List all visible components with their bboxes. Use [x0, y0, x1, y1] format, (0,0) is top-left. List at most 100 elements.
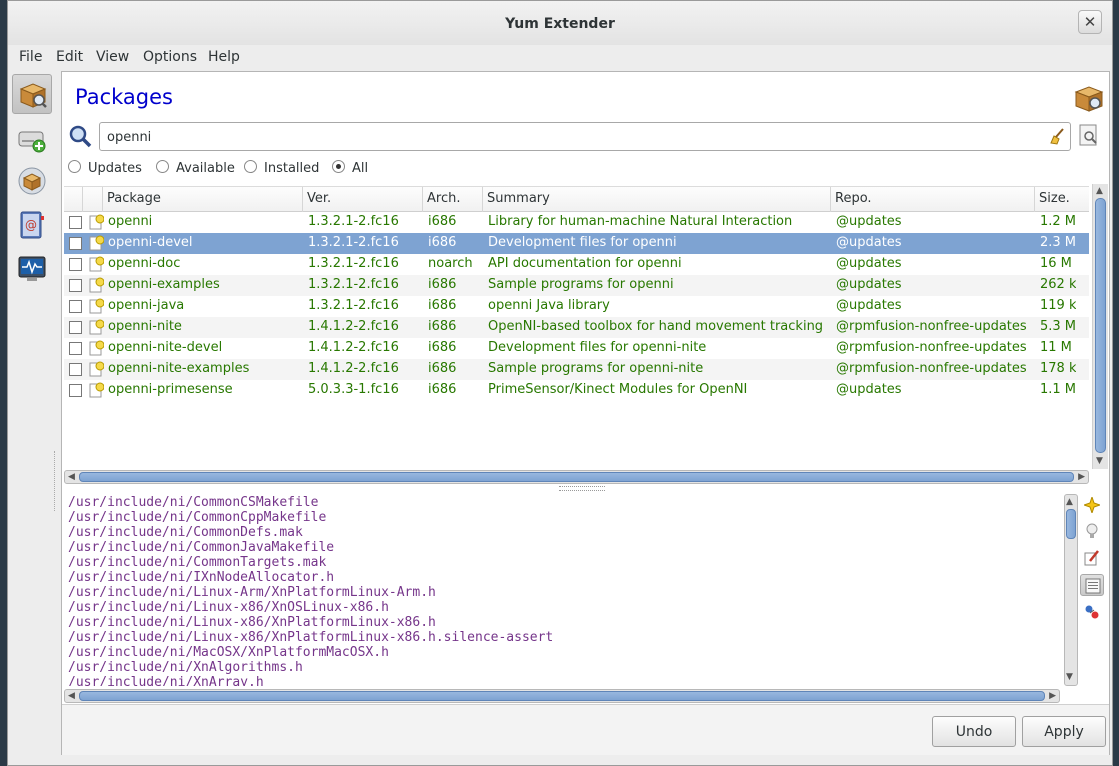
- package-repo: @updates: [836, 214, 902, 229]
- groups-view-button[interactable]: [12, 161, 52, 201]
- table-vertical-scrollbar[interactable]: ▲ ▼: [1092, 184, 1108, 469]
- menu-help[interactable]: Help: [208, 49, 240, 65]
- history-book-icon: @: [20, 211, 44, 239]
- table-row[interactable]: openni-nite-examples 1.4.1.2-2.fc16 i686 Sa…: [64, 359, 1089, 380]
- column-select[interactable]: [64, 187, 82, 212]
- column-repo[interactable]: Repo.: [830, 187, 1034, 212]
- package-version: 1.3.2.1-2.fc16: [308, 256, 399, 271]
- table-row[interactable]: openni-devel 1.3.2.1-2.fc16 i686 Developmen…: [64, 233, 1089, 254]
- filter-available[interactable]: Available: [156, 160, 235, 176]
- repositories-view-button[interactable]: [12, 119, 52, 159]
- table-row[interactable]: openni 1.3.2.1-2.fc16 i686 Library for huma…: [64, 212, 1089, 233]
- dependencies-button[interactable]: [1080, 601, 1104, 623]
- output-view-button[interactable]: [12, 248, 52, 288]
- menu-view[interactable]: View: [96, 49, 129, 65]
- menu-file[interactable]: File: [19, 49, 42, 65]
- radio-all-indicator: [332, 160, 345, 173]
- table-row[interactable]: openni-examples 1.3.2.1-2.fc16 i686 Sample …: [64, 275, 1089, 296]
- table-vertical-thumb[interactable]: [1095, 198, 1106, 453]
- menu-bar: File Edit View Options Help: [8, 45, 1112, 71]
- menu-options[interactable]: Options: [143, 49, 197, 65]
- packages-panel: Packages Updates Available Instal: [61, 71, 1110, 755]
- filter-updates[interactable]: Updates: [68, 160, 142, 176]
- column-version[interactable]: Ver.: [302, 187, 422, 212]
- files-vertical-scrollbar[interactable]: ▲ ▼: [1064, 494, 1078, 686]
- scroll-left-arrow[interactable]: ◀: [68, 472, 75, 482]
- file-path-item: /usr/include/ni/CommonDefs.mak: [68, 525, 303, 540]
- packages-view-button[interactable]: [12, 74, 52, 114]
- package-checkbox[interactable]: [69, 300, 82, 313]
- column-size[interactable]: Size.: [1034, 187, 1089, 212]
- package-table: Package Ver. Arch. Summary Repo. Size. o…: [64, 186, 1089, 468]
- package-checkbox[interactable]: [69, 258, 82, 271]
- description-button[interactable]: [1080, 494, 1104, 516]
- package-checkbox[interactable]: [69, 216, 82, 229]
- scroll-right-arrow[interactable]: ▶: [1078, 472, 1085, 482]
- package-status-icon: [89, 361, 104, 377]
- package-name: openni: [108, 214, 153, 229]
- files-scroll-left-arrow[interactable]: ◀: [68, 691, 75, 701]
- column-arch[interactable]: Arch.: [422, 187, 482, 212]
- search-field: [99, 122, 1071, 151]
- files-scroll-down-arrow[interactable]: ▼: [1066, 672, 1073, 682]
- files-horizontal-scrollbar[interactable]: ◀ ▶: [64, 689, 1060, 703]
- undo-button[interactable]: Undo: [932, 716, 1016, 747]
- file-path-item: /usr/include/ni/Linux-Arm/XnPlatformLinu…: [68, 585, 436, 600]
- page-title: Packages: [75, 85, 173, 109]
- package-checkbox[interactable]: [69, 363, 82, 376]
- package-version: 1.4.1.2-2.fc16: [308, 319, 399, 334]
- package-checkbox[interactable]: [69, 384, 82, 397]
- filter-all[interactable]: All: [332, 160, 368, 176]
- pane-splitter-grip[interactable]: [559, 486, 605, 491]
- clear-broom-icon[interactable]: [1048, 127, 1066, 145]
- package-status-icon: [89, 382, 104, 398]
- file-path-item: /usr/include/ni/CommonJavaMakefile: [68, 540, 335, 555]
- column-icon[interactable]: [82, 187, 102, 212]
- table-row[interactable]: openni-nite-devel 1.4.1.2-2.fc16 i686 Devel…: [64, 338, 1089, 359]
- scroll-up-arrow[interactable]: ▲: [1096, 186, 1103, 196]
- filter-installed[interactable]: Installed: [244, 160, 319, 176]
- sidebar-grip[interactable]: [54, 451, 58, 511]
- apply-button[interactable]: Apply: [1022, 716, 1106, 747]
- package-arch: i686: [428, 277, 457, 292]
- close-icon: ✕: [1083, 13, 1097, 31]
- file-list-view: /usr/include/ni/CommonCSMakefile/usr/inc…: [64, 494, 1062, 686]
- column-package[interactable]: Package: [102, 187, 302, 212]
- package-checkbox[interactable]: [69, 342, 82, 355]
- package-checkbox[interactable]: [69, 237, 82, 250]
- package-version: 1.3.2.1-2.fc16: [308, 277, 399, 292]
- files-scroll-right-arrow[interactable]: ▶: [1049, 691, 1056, 701]
- package-search-icon: [19, 83, 47, 108]
- package-arch: i686: [428, 319, 457, 334]
- package-checkbox[interactable]: [69, 279, 82, 292]
- drive-add-icon: [18, 131, 46, 153]
- table-horizontal-scrollbar[interactable]: ◀ ▶: [64, 470, 1089, 484]
- package-summary: Sample programs for openni-nite: [488, 361, 704, 376]
- search-input[interactable]: [105, 127, 1039, 147]
- filter-updates-label: Updates: [88, 161, 142, 176]
- package-summary: Sample programs for openni: [488, 277, 674, 292]
- changelog-button[interactable]: [1080, 547, 1104, 569]
- files-scroll-up-arrow[interactable]: ▲: [1066, 497, 1073, 507]
- history-view-button[interactable]: @: [12, 205, 52, 245]
- table-row[interactable]: openni-nite 1.4.1.2-2.fc16 i686 OpenNI-base…: [64, 317, 1089, 338]
- table-row[interactable]: openni-doc 1.3.2.1-2.fc16 noarch API docume…: [64, 254, 1089, 275]
- package-size: 1.2 M: [1040, 214, 1077, 229]
- package-name: openni-doc: [108, 256, 181, 271]
- menu-edit[interactable]: Edit: [56, 49, 83, 65]
- filelist-button[interactable]: [1080, 574, 1104, 596]
- column-summary[interactable]: Summary: [482, 187, 830, 212]
- monitor-activity-icon: [18, 256, 46, 281]
- close-button[interactable]: ✕: [1078, 10, 1102, 34]
- updateinfo-button[interactable]: [1080, 520, 1104, 542]
- file-path-item: /usr/include/ni/Linux-x86/XnPlatformLinu…: [68, 630, 554, 645]
- table-row[interactable]: openni-primesense 5.0.3.3-1.fc16 i686 Prime…: [64, 380, 1089, 401]
- table-horizontal-thumb[interactable]: [79, 472, 1074, 482]
- search-options-icon[interactable]: [1078, 124, 1100, 146]
- files-horizontal-thumb[interactable]: [79, 691, 1045, 701]
- package-name: openni-devel: [108, 235, 193, 250]
- package-checkbox[interactable]: [69, 321, 82, 334]
- files-vertical-thumb[interactable]: [1066, 509, 1076, 539]
- table-row[interactable]: openni-java 1.3.2.1-2.fc16 i686 openni Java…: [64, 296, 1089, 317]
- scroll-down-arrow[interactable]: ▼: [1096, 456, 1103, 466]
